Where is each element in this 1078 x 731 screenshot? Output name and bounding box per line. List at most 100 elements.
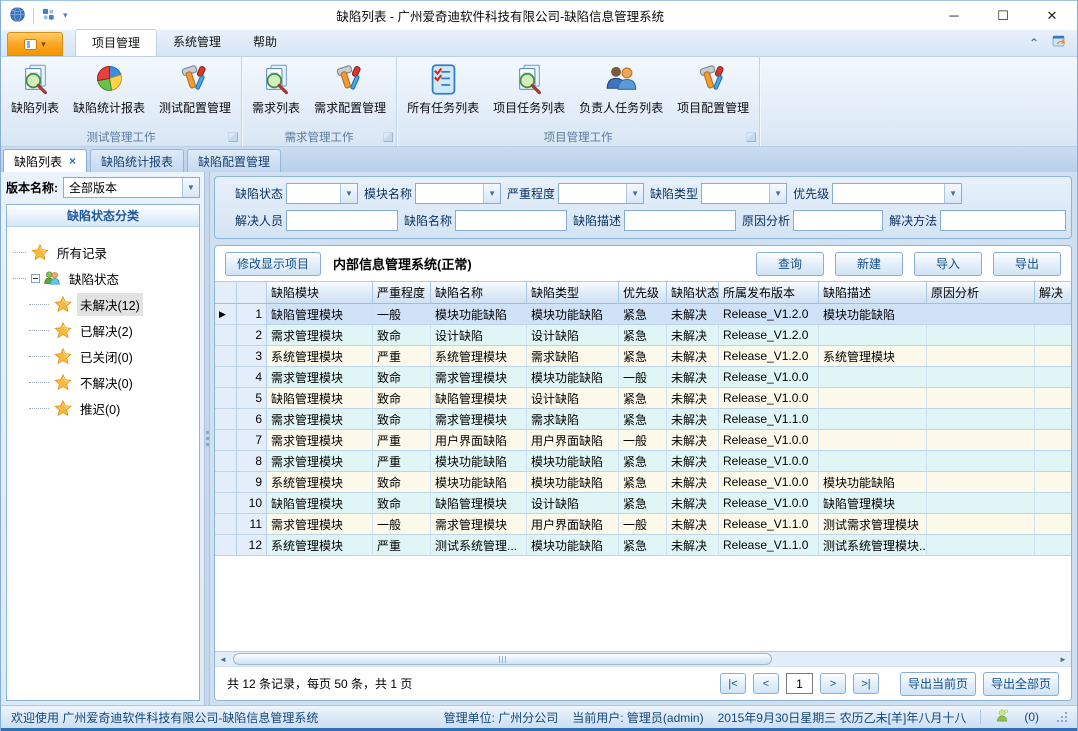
prev-page-button[interactable]: < [753,673,779,694]
table-cell[interactable]: 未解决 [667,472,719,493]
table-cell[interactable]: 严重 [373,346,431,367]
table-cell[interactable] [819,451,927,472]
chevron-down-icon[interactable]: ▼ [483,184,500,203]
table-cell[interactable]: 致命 [373,493,431,514]
table-cell[interactable]: Release_V1.0.0 [719,451,819,472]
table-cell[interactable]: 模块功能缺陷 [431,472,527,493]
table-cell[interactable]: 一般 [619,430,667,451]
window-style-icon[interactable] [1051,33,1067,52]
table-row[interactable]: 5缺陷管理模块致命缺陷管理模块设计缺陷紧急未解决Release_V1.0.0 [215,388,1071,409]
table-cell[interactable]: 紧急 [619,346,667,367]
table-cell[interactable]: 缺陷管理模块 [431,388,527,409]
table-cell[interactable] [1035,409,1071,430]
table-cell[interactable]: 测试系统管理模块... [819,535,927,556]
table-cell[interactable] [927,325,1035,346]
table-cell[interactable] [819,367,927,388]
table-cell[interactable] [1035,472,1071,493]
table-cell[interactable]: 需求管理模块 [267,325,373,346]
table-cell[interactable]: 模块功能缺陷 [431,304,527,325]
table-cell[interactable] [819,388,927,409]
table-cell[interactable]: 紧急 [619,409,667,430]
table-cell[interactable]: 设计缺陷 [527,325,619,346]
table-cell[interactable] [1035,325,1071,346]
table-cell[interactable]: 测试需求管理模块 [819,514,927,535]
table-cell[interactable]: 模块功能缺陷 [527,535,619,556]
table-row[interactable]: 7需求管理模块严重用户界面缺陷用户界面缺陷一般未解决Release_V1.0.0 [215,430,1071,451]
table-cell[interactable]: 系统管理模块 [267,346,373,367]
filter-input-原因分析[interactable] [793,210,883,231]
table-cell[interactable]: 致命 [373,325,431,346]
ribbon-button[interactable]: 所有任务列表 [400,60,486,116]
table-cell[interactable]: 模块功能缺陷 [431,451,527,472]
table-cell[interactable]: 一般 [373,514,431,535]
filter-combo-缺陷状态[interactable]: ▼ [286,183,358,204]
table-cell[interactable]: 未解决 [667,346,719,367]
toolbar-button-导入[interactable]: 导入 [914,252,982,276]
table-cell[interactable]: 未解决 [667,451,719,472]
table-cell[interactable]: Release_V1.2.0 [719,304,819,325]
table-cell[interactable] [1035,493,1071,514]
table-cell[interactable]: Release_V1.0.0 [719,367,819,388]
table-cell[interactable]: Release_V1.0.0 [719,430,819,451]
table-cell[interactable]: 需求管理模块 [267,514,373,535]
table-cell[interactable]: 需求管理模块 [267,430,373,451]
toolbar-button-新建[interactable]: 新建 [835,252,903,276]
table-cell[interactable]: 紧急 [619,535,667,556]
table-cell[interactable]: 致命 [373,367,431,388]
quick-access-icon[interactable] [41,7,56,25]
table-cell[interactable] [819,430,927,451]
table-cell[interactable] [819,325,927,346]
ribbon-button[interactable]: 项目任务列表 [486,60,572,116]
scroll-right-icon[interactable]: ► [1056,653,1070,665]
table-cell[interactable]: 致命 [373,472,431,493]
dialog-launcher-icon[interactable] [383,132,393,142]
table-cell[interactable] [1035,367,1071,388]
table-cell[interactable]: Release_V1.1.0 [719,514,819,535]
table-cell[interactable]: 缺陷管理模块 [267,388,373,409]
table-cell[interactable]: 用户界面缺陷 [431,430,527,451]
last-page-button[interactable]: >| [853,673,879,694]
table-cell[interactable]: 需求管理模块 [267,367,373,388]
ribbon-tab-帮助[interactable]: 帮助 [237,29,293,56]
table-cell[interactable]: 紧急 [619,472,667,493]
table-cell[interactable]: 系统管理模块 [431,346,527,367]
filter-input-缺陷描述[interactable] [624,210,736,231]
table-cell[interactable]: 需求缺陷 [527,409,619,430]
collapse-expander-icon[interactable] [31,274,40,283]
table-cell[interactable]: 紧急 [619,388,667,409]
table-cell[interactable]: 未解决 [667,388,719,409]
filter-combo-优先级[interactable]: ▼ [832,183,962,204]
filter-combo-严重程度[interactable]: ▼ [558,183,644,204]
table-cell[interactable]: 需求管理模块 [267,451,373,472]
filter-input-缺陷名称[interactable] [455,210,567,231]
chevron-down-icon[interactable]: ▼ [626,184,643,203]
horizontal-scrollbar[interactable]: ◄ ► [215,651,1071,666]
table-cell[interactable]: 模块功能缺陷 [527,304,619,325]
table-cell[interactable] [927,451,1035,472]
table-row[interactable]: 3系统管理模块严重系统管理模块需求缺陷紧急未解决Release_V1.2.0系统… [215,346,1071,367]
table-cell[interactable] [1035,304,1071,325]
chevron-down-icon[interactable]: ▼ [944,184,961,203]
tree-item[interactable]: 缺陷状态 [13,265,195,291]
table-cell[interactable] [1035,514,1071,535]
toolbar-button-导出[interactable]: 导出 [993,252,1061,276]
column-header[interactable]: 缺陷描述 [819,282,927,304]
table-cell[interactable]: 系统管理模块 [267,472,373,493]
tree-item[interactable]: 不解决(0) [13,369,195,395]
table-cell[interactable]: 系统管理模块 [267,535,373,556]
ribbon-button[interactable]: 测试配置管理 [152,60,238,116]
table-cell[interactable]: 需求管理模块 [431,367,527,388]
ribbon-button[interactable]: 缺陷统计报表 [66,60,152,116]
table-cell[interactable]: Release_V1.1.0 [719,409,819,430]
table-cell[interactable]: 未解决 [667,514,719,535]
table-cell[interactable] [927,346,1035,367]
table-cell[interactable] [1035,451,1071,472]
ribbon-tab-系统管理[interactable]: 系统管理 [157,29,237,56]
table-cell[interactable]: 用户界面缺陷 [527,514,619,535]
close-tab-icon[interactable]: × [69,154,76,168]
table-cell[interactable]: 致命 [373,409,431,430]
table-cell[interactable]: 模块功能缺陷 [819,472,927,493]
ribbon-button[interactable]: 需求列表 [245,60,307,116]
table-cell[interactable]: 模块功能缺陷 [527,472,619,493]
table-cell[interactable]: 设计缺陷 [527,493,619,514]
